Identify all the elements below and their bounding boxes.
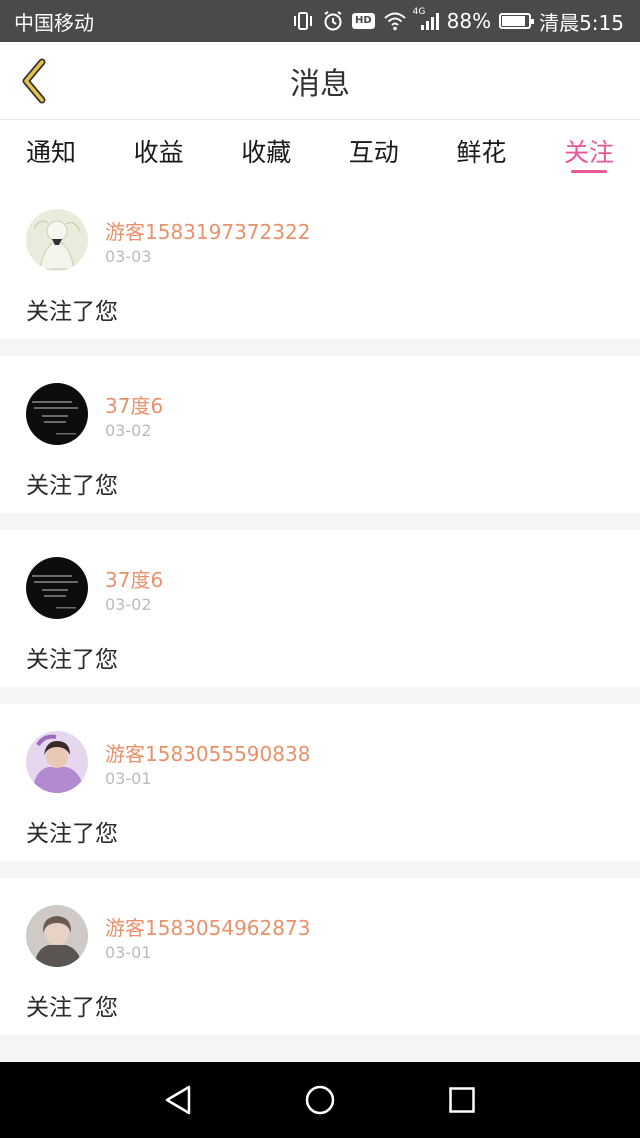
tab-label: 收藏 <box>241 138 292 167</box>
system-home-button[interactable] <box>296 1076 344 1124</box>
cellular-signal-icon: 4G <box>413 7 439 31</box>
username[interactable]: 游客1583055590838 <box>105 738 310 767</box>
wifi-icon <box>383 11 407 31</box>
avatar[interactable] <box>26 905 88 967</box>
avatar[interactable] <box>26 557 88 619</box>
timestamp: 03-01 <box>105 769 152 788</box>
tab-bar: 通知 收益 收藏 互动 鲜花 关注 <box>0 120 640 182</box>
tab-notifications[interactable]: 通知 <box>26 120 76 182</box>
circle-home-icon <box>305 1085 335 1115</box>
tab-earnings[interactable]: 收益 <box>134 120 184 182</box>
list-item[interactable]: 游客1583055590838 03-01 关注了您 <box>0 704 640 861</box>
carrier-label: 中国移动 <box>14 10 94 35</box>
header-bar: 消息 <box>0 42 640 120</box>
battery-percent: 88% <box>446 9 492 33</box>
message-text: 关注了您 <box>26 821 118 847</box>
message-text: 关注了您 <box>26 299 118 325</box>
back-button[interactable] <box>14 56 54 106</box>
triangle-back-icon <box>165 1085 191 1115</box>
status-icons: HD 4G 88% 清晨5:15 <box>292 7 624 36</box>
list-item[interactable]: 游客1583197372322 03-03 关注了您 <box>0 182 640 339</box>
tab-label: 鲜花 <box>456 138 507 167</box>
system-back-button[interactable] <box>154 1076 202 1124</box>
battery-level <box>502 16 525 26</box>
status-bar: 中国移动 HD 4G 88% 清晨5:15 <box>0 0 640 42</box>
tab-interactions[interactable]: 互动 <box>349 120 399 182</box>
system-navigation-bar <box>0 1062 640 1138</box>
username[interactable]: 37度6 <box>105 564 163 593</box>
message-text: 关注了您 <box>26 473 118 499</box>
vibrate-icon <box>292 11 314 31</box>
tab-label: 通知 <box>26 138 77 167</box>
clock-label: 清晨5:15 <box>539 10 624 35</box>
timestamp: 03-02 <box>105 595 152 614</box>
tab-following[interactable]: 关注 <box>564 120 614 182</box>
chevron-left-icon <box>22 58 46 104</box>
network-type-label: 4G <box>412 7 426 17</box>
list-item[interactable]: 游客1583054962873 03-01 关注了您 <box>0 878 640 1035</box>
list-item[interactable]: 37度6 03-02 关注了您 <box>0 356 640 513</box>
battery-icon <box>499 13 535 29</box>
tab-favorites[interactable]: 收藏 <box>241 120 291 182</box>
avatar[interactable] <box>26 731 88 793</box>
avatar[interactable] <box>26 383 88 445</box>
username[interactable]: 37度6 <box>105 390 163 419</box>
message-text: 关注了您 <box>26 647 118 673</box>
avatar[interactable] <box>26 209 88 271</box>
timestamp: 03-02 <box>105 421 152 440</box>
page-title: 消息 <box>290 66 350 102</box>
tab-label: 收益 <box>133 138 184 167</box>
timestamp: 03-03 <box>105 247 152 266</box>
list-item[interactable]: 37度6 03-02 关注了您 <box>0 530 640 687</box>
square-recents-icon <box>449 1087 475 1113</box>
notification-list: 游客1583197372322 03-03 关注了您 37度6 03-02 关注… <box>0 182 640 1052</box>
username[interactable]: 游客1583054962873 <box>105 912 310 941</box>
username[interactable]: 游客1583197372322 <box>105 216 310 245</box>
tab-label: 关注 <box>563 138 614 167</box>
message-text: 关注了您 <box>26 995 118 1021</box>
system-recents-button[interactable] <box>438 1076 486 1124</box>
alarm-icon <box>322 10 344 32</box>
tab-label: 互动 <box>348 138 399 167</box>
tab-flowers[interactable]: 鲜花 <box>456 120 506 182</box>
hd-icon: HD <box>351 13 375 29</box>
active-tab-indicator <box>570 170 607 173</box>
timestamp: 03-01 <box>105 943 152 962</box>
